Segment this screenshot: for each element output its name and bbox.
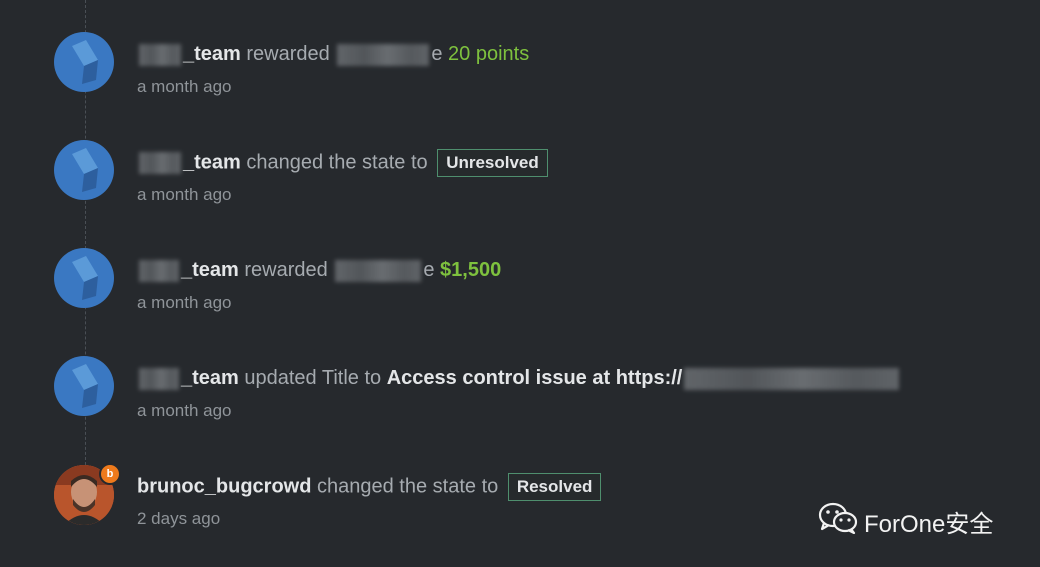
timestamp[interactable]: 2 days ago	[137, 509, 220, 529]
state-badge: Unresolved	[437, 149, 548, 177]
action-text: rewarded	[244, 259, 328, 281]
watermark-text: ForOne安全	[864, 510, 994, 538]
activity-item: _team updated Title to Access control is…	[0, 356, 1040, 457]
state-badge: Resolved	[507, 473, 602, 501]
team-avatar[interactable]	[54, 356, 114, 416]
action-text: changed the state to	[246, 151, 428, 174]
timestamp[interactable]: a month ago	[137, 185, 232, 205]
redacted-block	[335, 259, 422, 282]
target-suffix: e	[423, 259, 435, 281]
reward-points: 20 points	[448, 43, 530, 65]
activity-item: _team rewarded e $1,500 a month ago	[0, 248, 1040, 349]
team-avatar[interactable]	[54, 248, 114, 308]
watermark: ForOne安全	[818, 502, 994, 541]
timestamp[interactable]: a month ago	[137, 77, 232, 97]
username-link[interactable]: _team	[183, 151, 241, 173]
activity-item: _team changed the state to Unresolved a …	[0, 140, 1040, 241]
activity-text: _team updated Title to Access control is…	[137, 365, 901, 391]
redacted-block	[139, 367, 179, 390]
action-text: rewarded	[246, 43, 330, 65]
activity-item: _team rewarded e 20 points a month ago	[0, 32, 1040, 133]
redacted-block	[337, 43, 430, 66]
action-text: updated Title to	[244, 367, 382, 389]
bounty-amount: $1,500	[440, 259, 502, 281]
username-link[interactable]: _team	[181, 367, 239, 389]
target-suffix: e	[431, 43, 443, 65]
activity-text: _team changed the state to Unresolved	[137, 149, 548, 177]
redacted-block	[139, 259, 179, 282]
redacted-block	[139, 43, 181, 66]
wechat-icon	[818, 502, 858, 541]
activity-text: _team rewarded e $1,500	[137, 257, 501, 283]
timestamp[interactable]: a month ago	[137, 293, 232, 313]
redacted-block	[139, 152, 181, 174]
username-link[interactable]: brunoc_bugcrowd	[137, 475, 311, 497]
action-text: changed the state to	[317, 475, 499, 498]
activity-text: brunoc_bugcrowd changed the state to Res…	[137, 473, 602, 501]
team-avatar[interactable]	[54, 32, 114, 92]
team-avatar[interactable]	[54, 140, 114, 200]
username-link[interactable]: _team	[181, 259, 239, 281]
bugcrowd-badge: b	[99, 463, 121, 485]
username-link[interactable]: _team	[183, 43, 241, 65]
updated-title: Access control issue at https://	[386, 367, 683, 389]
activity-text: _team rewarded e 20 points	[137, 41, 529, 67]
redacted-block	[684, 367, 900, 390]
timestamp[interactable]: a month ago	[137, 401, 232, 421]
